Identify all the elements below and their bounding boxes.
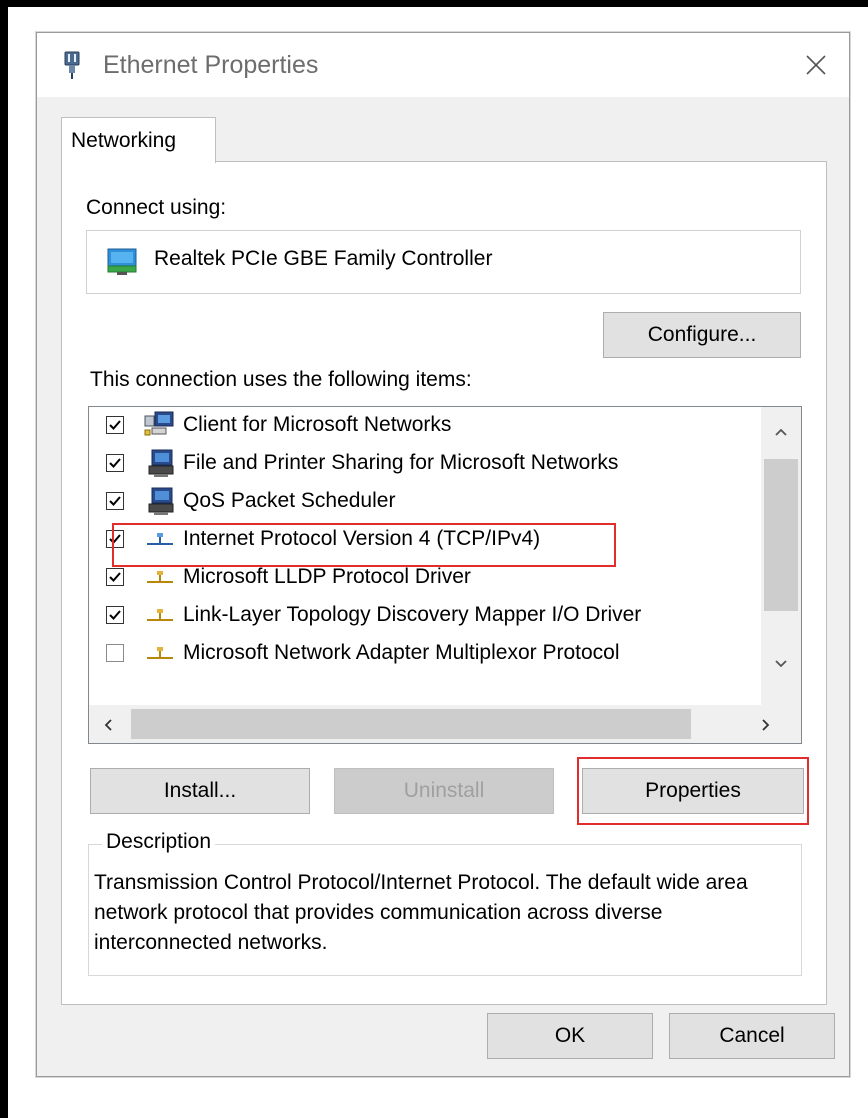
checkbox-checked[interactable] <box>106 454 124 472</box>
description-text: Transmission Control Protocol/Internet P… <box>94 871 748 954</box>
connect-using-label: Connect using: <box>86 196 227 219</box>
scroll-up-arrow-icon[interactable] <box>774 427 788 437</box>
horizontal-scroll-thumb[interactable] <box>131 709 691 739</box>
list-item[interactable]: Link-Layer Topology Discovery Mapper I/O… <box>89 597 761 635</box>
ethernet-properties-dialog: Ethernet Properties Networking Connect u… <box>36 32 850 1077</box>
close-icon <box>806 55 826 75</box>
checkmark-icon <box>109 458 121 468</box>
ok-button[interactable]: OK <box>487 1013 653 1059</box>
network-protocol-icon <box>147 533 173 545</box>
frame-left-edge <box>0 0 8 1118</box>
list-item[interactable]: Client for Microsoft Networks <box>89 407 761 445</box>
networking-panel: Connect using: Realtek PCIe GBE Family C… <box>61 161 827 1005</box>
components-list[interactable]: Client for Microsoft Networks File and P… <box>88 406 802 744</box>
checkbox-unchecked[interactable] <box>106 644 124 662</box>
network-adapter-icon <box>64 51 80 79</box>
tab-networking-label: Networking <box>71 129 177 152</box>
install-button[interactable]: Install... <box>90 768 310 814</box>
cancel-button[interactable]: Cancel <box>669 1013 835 1059</box>
network-protocol-icon <box>147 571 173 583</box>
list-item-label: Client for Microsoft Networks <box>183 413 452 436</box>
checkmark-icon <box>109 420 121 430</box>
horizontal-scrollbar[interactable] <box>89 705 801 743</box>
list-item-label: QoS Packet Scheduler <box>183 489 396 512</box>
adapter-name: Realtek PCIe GBE Family Controller <box>154 247 493 270</box>
list-item[interactable]: QoS Packet Scheduler <box>89 483 761 521</box>
title-bar[interactable]: Ethernet Properties <box>37 33 849 97</box>
properties-button[interactable]: Properties <box>582 768 804 814</box>
list-item[interactable]: File and Printer Sharing for Microsoft N… <box>89 445 761 483</box>
checkmark-icon <box>109 572 121 582</box>
network-service-icon <box>148 449 174 477</box>
checkbox-checked[interactable] <box>106 530 124 548</box>
checkmark-icon <box>109 610 121 620</box>
network-service-icon <box>148 487 174 515</box>
uninstall-button[interactable]: Uninstall <box>334 768 554 814</box>
list-item-ipv4[interactable]: Internet Protocol Version 4 (TCP/IPv4) <box>89 521 761 559</box>
checkbox-checked[interactable] <box>106 492 124 510</box>
network-client-icon <box>144 411 174 436</box>
checkmark-icon <box>109 496 121 506</box>
network-protocol-icon <box>147 609 173 621</box>
list-item-label: Microsoft Network Adapter Multiplexor Pr… <box>183 641 620 664</box>
vertical-scroll-thumb[interactable] <box>764 459 798 611</box>
tab-networking[interactable]: Networking <box>61 117 216 163</box>
checkmark-icon <box>109 534 121 544</box>
configure-button[interactable]: Configure... <box>603 312 801 358</box>
scroll-down-arrow-icon[interactable] <box>774 659 788 669</box>
checkbox-checked[interactable] <box>106 416 124 434</box>
list-item[interactable]: Microsoft Network Adapter Multiplexor Pr… <box>89 635 761 673</box>
window-title: Ethernet Properties <box>103 51 319 79</box>
vertical-scrollbar[interactable] <box>761 407 801 705</box>
list-item-label: File and Printer Sharing for Microsoft N… <box>183 451 619 474</box>
adapter-field: Realtek PCIe GBE Family Controller <box>86 230 801 294</box>
checkbox-checked[interactable] <box>106 568 124 586</box>
frame-top-edge <box>0 0 868 7</box>
list-item-label: Microsoft LLDP Protocol Driver <box>183 565 471 588</box>
list-item[interactable]: Microsoft LLDP Protocol Driver <box>89 559 761 597</box>
network-protocol-icon <box>147 647 173 659</box>
list-item-label: Link-Layer Topology Discovery Mapper I/O… <box>183 603 642 626</box>
items-section-label: This connection uses the following items… <box>90 368 472 391</box>
scroll-right-arrow-icon[interactable] <box>761 718 771 732</box>
network-card-icon <box>107 248 137 275</box>
checkbox-checked[interactable] <box>106 606 124 624</box>
scroll-left-arrow-icon[interactable] <box>103 718 113 732</box>
description-title: Description <box>102 830 216 854</box>
list-item-label: Internet Protocol Version 4 (TCP/IPv4) <box>183 527 541 550</box>
close-button[interactable] <box>793 43 839 87</box>
